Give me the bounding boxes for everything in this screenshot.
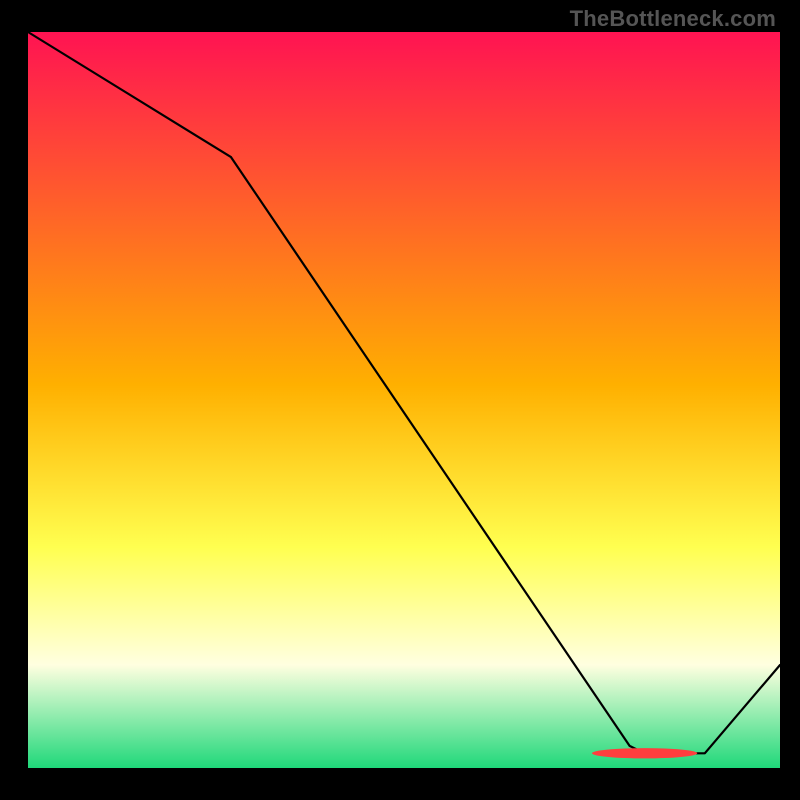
plot-background <box>28 32 780 768</box>
bottleneck-chart <box>0 0 800 800</box>
chart-container: TheBottleneck.com <box>0 0 800 800</box>
optimal-point-marker <box>592 748 697 758</box>
